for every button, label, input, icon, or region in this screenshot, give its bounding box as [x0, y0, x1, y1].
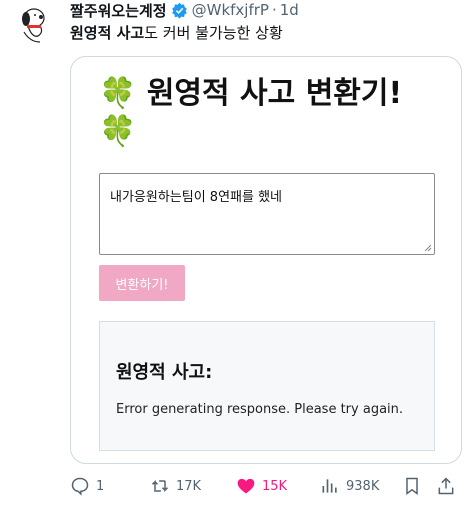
retweet-button[interactable]: 17K [150, 474, 201, 498]
converter-title: 🍀 원영적 사고 변환기! 🍀 [99, 75, 449, 151]
tweet-media-image[interactable]: 🍀 원영적 사고 변환기! 🍀 내가응원하는팀이 8연패를 했네 변환하기! 원… [70, 56, 462, 464]
input-value: 내가응원하는팀이 8연패를 했네 [110, 190, 283, 205]
input-textarea[interactable]: 내가응원하는팀이 8연패를 했네 [99, 173, 435, 255]
bookmark-button[interactable] [402, 474, 422, 498]
result-title: 원영적 사고: [116, 362, 213, 383]
like-button[interactable]: 15K [236, 474, 287, 498]
action-bar: 1 17K 15K 938K [70, 474, 460, 498]
converter-title-text: 원영적 사고 변환기! [146, 76, 403, 111]
display-name[interactable]: 짤주워오는계정 [70, 0, 167, 21]
bookmark-icon [406, 477, 418, 495]
tweet-text-bold: 원영적 사고 [70, 24, 145, 42]
reply-button[interactable]: 1 [70, 474, 104, 498]
resize-grip-icon[interactable] [424, 244, 432, 252]
tweet-header: 짤주워오는계정 @WkfxjfrP · 1d [70, 0, 299, 20]
clover-icon: 🍀 [99, 114, 137, 149]
views-icon [322, 479, 337, 493]
tweet-text: 원영적 사고도 커버 불가능한 상황 [70, 22, 283, 43]
heart-icon [237, 478, 255, 494]
result-box: 원영적 사고: Error generating response. Pleas… [99, 321, 435, 451]
reply-count: 1 [96, 478, 105, 494]
result-text: Error generating response. Please try ag… [116, 402, 404, 417]
timestamp[interactable]: 1d [280, 1, 299, 19]
share-icon [438, 477, 454, 495]
retweet-icon [151, 480, 169, 492]
share-button[interactable] [436, 474, 456, 498]
reply-icon [71, 477, 89, 496]
views-count: 938K [346, 478, 380, 494]
tweet-text-rest: 도 커버 불가능한 상황 [144, 24, 283, 42]
separator-dot: · [271, 1, 277, 19]
retweet-count: 17K [176, 478, 202, 494]
avatar[interactable] [10, 2, 54, 46]
tweet: 짤주워오는계정 @WkfxjfrP · 1d 원영적 사고도 커버 불가능한 상… [0, 0, 474, 506]
verified-badge-icon [171, 2, 188, 19]
convert-button[interactable]: 변환하기! [99, 265, 185, 301]
handle[interactable]: @WkfxjfrP [192, 1, 269, 19]
views-button[interactable]: 938K [320, 474, 379, 498]
clover-icon: 🍀 [99, 76, 137, 111]
like-count: 15K [262, 478, 288, 494]
